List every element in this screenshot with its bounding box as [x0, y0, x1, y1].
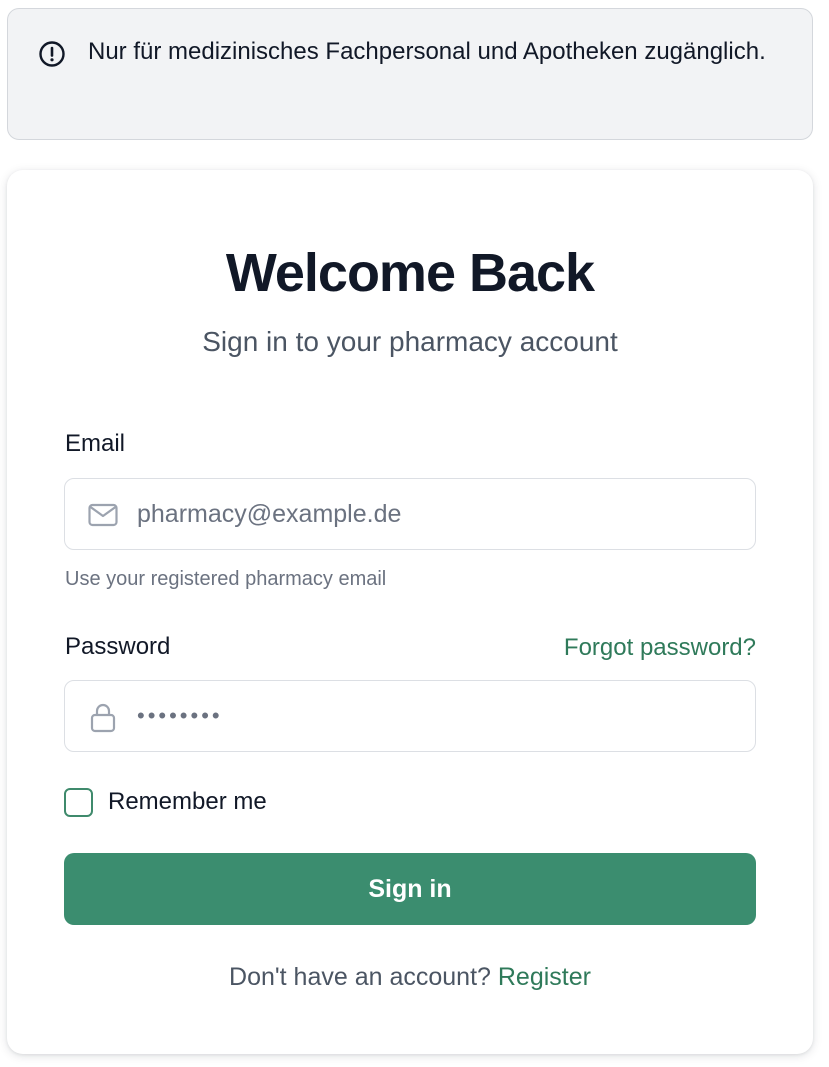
password-input[interactable]: •••••••• [137, 681, 737, 751]
register-prompt-line: Don't have an account? Register [7, 961, 813, 993]
page-title: Welcome Back [225, 243, 595, 303]
remember-me-label[interactable]: Remember me [108, 786, 267, 818]
access-notice: Nur für medizinisches Fachpersonal und A… [7, 8, 813, 140]
email-label: Email [65, 430, 126, 457]
register-prompt: Don't have an account? [229, 963, 491, 991]
remember-me-checkbox[interactable] [64, 788, 93, 817]
password-label: Password [65, 633, 171, 660]
lock-icon [87, 701, 119, 733]
email-input[interactable] [137, 479, 737, 549]
password-field-container[interactable]: •••••••• [64, 680, 756, 752]
password-masked-value: •••••••• [137, 703, 223, 728]
email-field-container[interactable] [64, 478, 756, 550]
mail-icon [87, 499, 119, 531]
notice-text: Nur für medizinisches Fachpersonal und A… [88, 38, 766, 65]
page-subtitle: Sign in to your pharmacy account [202, 326, 618, 357]
login-card: Welcome Back Sign in to your pharmacy ac… [7, 170, 813, 1054]
alert-circle-icon [38, 40, 66, 68]
sign-in-button[interactable]: Sign in [64, 853, 756, 925]
register-link[interactable]: Register [498, 963, 591, 991]
forgot-password-link[interactable]: Forgot password? [564, 633, 756, 663]
email-hint: Use your registered pharmacy email [65, 568, 387, 590]
